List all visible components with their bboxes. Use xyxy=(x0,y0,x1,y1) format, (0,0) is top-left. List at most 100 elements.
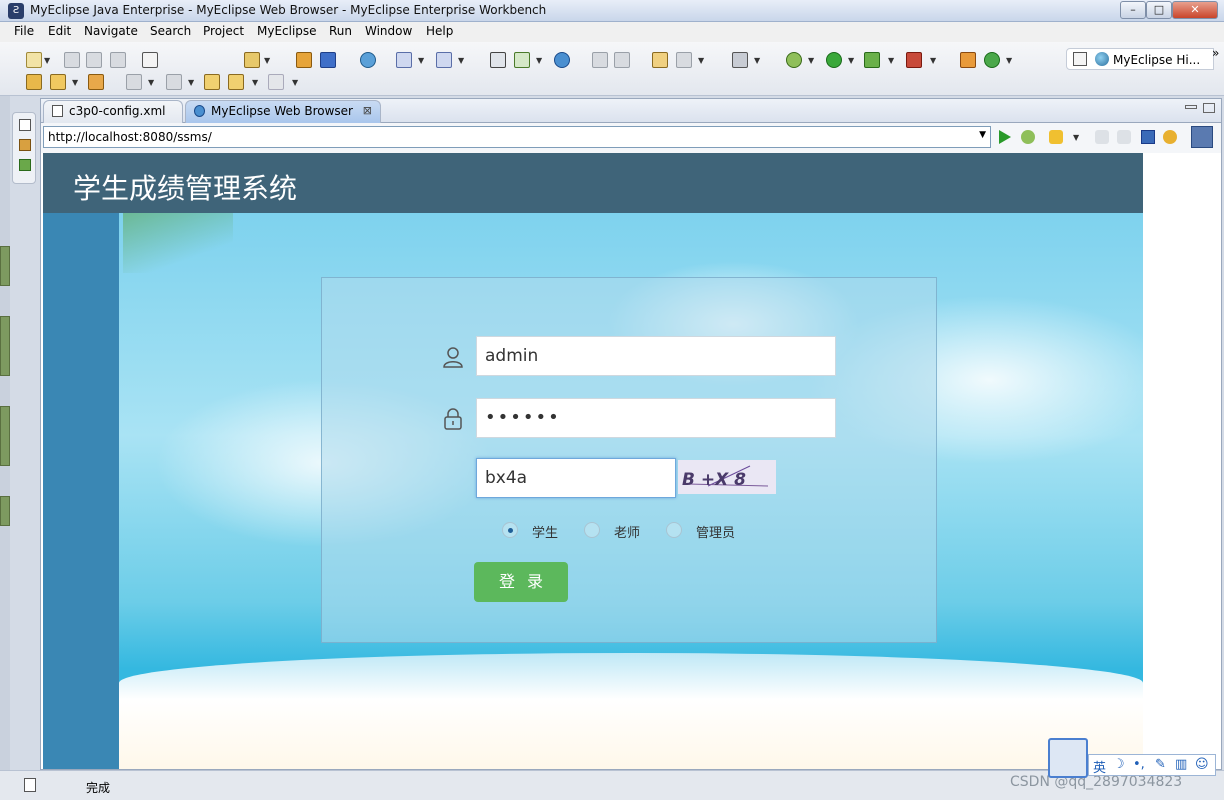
deploy-icon[interactable] xyxy=(244,52,260,68)
username-input[interactable]: admin xyxy=(476,336,836,376)
prev-annotation-icon[interactable] xyxy=(166,74,182,90)
config-icon[interactable] xyxy=(652,52,668,68)
url-history-dropdown-icon[interactable]: ▼ xyxy=(979,130,986,140)
deploy-dropdown-icon[interactable]: ▼ xyxy=(264,56,270,65)
new-icon[interactable] xyxy=(26,52,42,68)
favorites-icon[interactable] xyxy=(1049,130,1063,144)
open-task-icon[interactable] xyxy=(50,74,66,90)
browser-refresh-icon[interactable] xyxy=(1163,130,1177,144)
disabled-tool2-icon[interactable] xyxy=(614,52,630,68)
package-icon[interactable] xyxy=(296,52,312,68)
debug-icon[interactable] xyxy=(786,52,802,68)
ime-english-toggle[interactable]: 英 xyxy=(1093,757,1106,776)
toolbar-overflow-button[interactable]: » xyxy=(1212,46,1219,60)
outline-view-icon[interactable] xyxy=(19,159,31,171)
debug-dropdown-icon[interactable]: ▼ xyxy=(808,56,814,65)
role-student-radio[interactable] xyxy=(502,522,518,538)
tab-web-browser[interactable]: MyEclipse Web Browser ⊠ xyxy=(185,100,381,123)
maximize-button[interactable]: □ xyxy=(1146,1,1172,19)
server-globe-icon[interactable] xyxy=(360,52,376,68)
role-admin-radio[interactable] xyxy=(666,522,682,538)
tab-c3p0-config[interactable]: c3p0-config.xml xyxy=(43,100,183,123)
perspective-switcher[interactable]: MyEclipse Hi... xyxy=(1066,48,1214,70)
run-config-dropdown-icon[interactable]: ▼ xyxy=(888,56,894,65)
qq-avatar-icon[interactable] xyxy=(1048,738,1088,778)
restore-view-icon[interactable] xyxy=(19,119,31,131)
last-edit-icon[interactable] xyxy=(204,74,220,90)
role-teacher-radio[interactable] xyxy=(584,522,600,538)
captcha-input[interactable]: bx4a xyxy=(476,458,676,498)
ime-skin-icon[interactable]: ☺ xyxy=(1195,757,1209,772)
hierarchy-view-icon[interactable] xyxy=(19,139,31,151)
captcha-image[interactable]: B +X 8 xyxy=(678,460,776,494)
open-perspective-icon[interactable] xyxy=(1073,52,1087,66)
wizard2-icon[interactable] xyxy=(436,52,452,68)
db-icon[interactable] xyxy=(676,52,692,68)
disabled-tool-icon[interactable] xyxy=(592,52,608,68)
dock-strip-3[interactable] xyxy=(0,406,10,466)
menu-help[interactable]: Help xyxy=(426,24,453,38)
prev-annotation-dropdown-icon[interactable]: ▼ xyxy=(188,78,194,87)
new-dropdown-icon[interactable]: ▼ xyxy=(44,56,50,65)
dock-strip-2[interactable] xyxy=(0,316,10,376)
open-type-icon[interactable] xyxy=(26,74,42,90)
menu-project[interactable]: Project xyxy=(203,24,244,38)
back-dropdown-icon[interactable]: ▼ xyxy=(252,78,258,87)
ime-punct-icon[interactable]: •, xyxy=(1133,757,1145,772)
refresh-dropdown-icon[interactable]: ▼ xyxy=(1006,56,1012,65)
close-button[interactable]: ✕ xyxy=(1172,1,1218,19)
save-icon[interactable] xyxy=(64,52,80,68)
stop-server-icon[interactable] xyxy=(906,52,922,68)
refresh-icon[interactable] xyxy=(984,52,1000,68)
password-input[interactable]: •••••• xyxy=(476,398,836,438)
next-annotation-dropdown-icon[interactable]: ▼ xyxy=(148,78,154,87)
browser-forward-icon[interactable] xyxy=(1117,130,1131,144)
dock-strip-4[interactable] xyxy=(0,496,10,526)
login-button[interactable]: 登录 xyxy=(474,562,568,602)
myeclipse-help-icon[interactable] xyxy=(1191,126,1213,148)
hierarchy-icon[interactable] xyxy=(490,52,506,68)
menu-navigate[interactable]: Navigate xyxy=(84,24,138,38)
external-tools-icon[interactable] xyxy=(960,52,976,68)
stop-server-dropdown-icon[interactable]: ▼ xyxy=(930,56,936,65)
wizard-icon[interactable] xyxy=(396,52,412,68)
ime-moon-icon[interactable]: ☽ xyxy=(1113,757,1125,772)
address-bar[interactable]: ▼ xyxy=(43,126,991,148)
role-admin-label[interactable]: 管理员 xyxy=(696,522,735,541)
minimize-editor-icon[interactable] xyxy=(1185,105,1197,109)
minimize-button[interactable]: – xyxy=(1120,1,1146,19)
wizard-dropdown-icon[interactable]: ▼ xyxy=(418,56,424,65)
next-annotation-icon[interactable] xyxy=(126,74,142,90)
generate-dropdown-icon[interactable]: ▼ xyxy=(536,56,542,65)
menu-search[interactable]: Search xyxy=(150,24,191,38)
dock-strip-1[interactable] xyxy=(0,246,10,286)
role-student-label[interactable]: 学生 xyxy=(532,522,558,541)
menu-edit[interactable]: Edit xyxy=(48,24,71,38)
menu-file[interactable]: File xyxy=(14,24,34,38)
run-config-icon[interactable] xyxy=(864,52,880,68)
debug-page-icon[interactable] xyxy=(1021,130,1035,144)
search-icon[interactable] xyxy=(88,74,104,90)
forward-icon[interactable] xyxy=(268,74,284,90)
forward-dropdown-icon[interactable]: ▼ xyxy=(292,78,298,87)
role-teacher-label[interactable]: 老师 xyxy=(614,522,640,541)
browser-stop-icon[interactable] xyxy=(1141,130,1155,144)
generate-icon[interactable] xyxy=(514,52,530,68)
browser-back-icon[interactable] xyxy=(1095,130,1109,144)
maximize-editor-icon[interactable] xyxy=(1203,103,1215,113)
binary-icon[interactable] xyxy=(142,52,158,68)
menu-run[interactable]: Run xyxy=(329,24,352,38)
go-icon[interactable] xyxy=(999,130,1011,144)
db-dropdown-icon[interactable]: ▼ xyxy=(698,56,704,65)
menu-myeclipse[interactable]: MyEclipse xyxy=(257,24,317,38)
browser-globe-icon[interactable] xyxy=(554,52,570,68)
back-icon[interactable] xyxy=(228,74,244,90)
favorites-dropdown-icon[interactable]: ▼ xyxy=(1073,133,1079,142)
save-all-icon[interactable] xyxy=(86,52,102,68)
run-dropdown-icon[interactable]: ▼ xyxy=(848,56,854,65)
wizard2-dropdown-icon[interactable]: ▼ xyxy=(458,56,464,65)
fast-view-icon[interactable] xyxy=(24,778,36,792)
menu-window[interactable]: Window xyxy=(365,24,412,38)
ime-tool-icon[interactable]: ✎ xyxy=(1155,757,1166,772)
monitor-icon[interactable] xyxy=(732,52,748,68)
